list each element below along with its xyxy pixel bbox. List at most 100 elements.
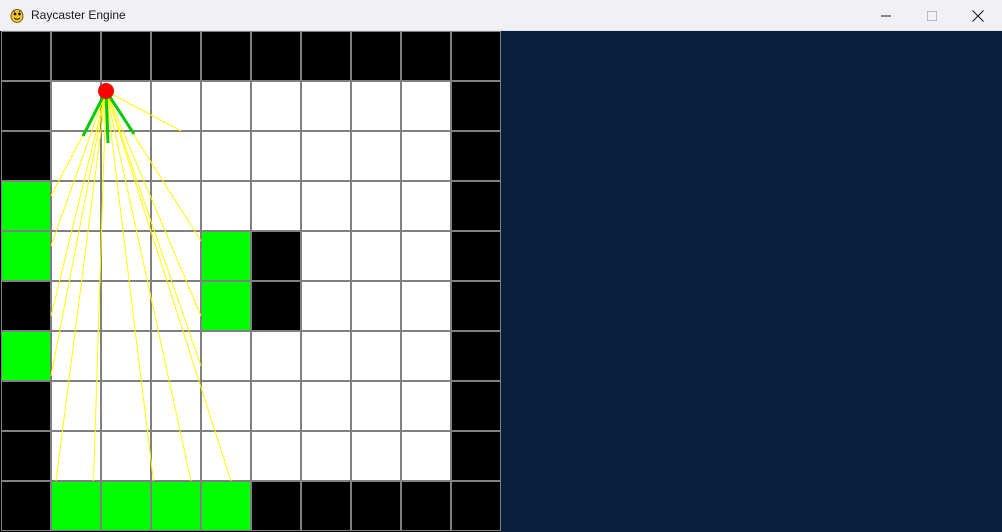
map-cell-wall (402, 482, 450, 530)
map-cell-wall (152, 32, 200, 80)
map-cell-floor (152, 332, 200, 380)
map-cell-wall (452, 432, 500, 480)
map-cell-wall (252, 232, 300, 280)
minimize-button[interactable] (863, 0, 909, 31)
map-cell-floor (102, 282, 150, 330)
maximize-icon (927, 10, 937, 21)
map-cell-floor (302, 432, 350, 480)
map-cell-wall (452, 332, 500, 380)
map-cell-wall (252, 482, 300, 530)
map-cell-floor (202, 332, 250, 380)
map-cell-floor (402, 82, 450, 130)
map-cell-floor (102, 332, 150, 380)
map-cell-wall (2, 132, 50, 180)
map-cell-floor (152, 182, 200, 230)
map-cell-floor (402, 432, 450, 480)
map-cell-floor (352, 132, 400, 180)
app-window: Raycaster Engine (0, 0, 1002, 532)
map-cell-floor (302, 332, 350, 380)
maximize-button[interactable] (909, 0, 955, 31)
map-cell-floor (252, 382, 300, 430)
map-cell-floor (302, 182, 350, 230)
minimize-icon (881, 11, 891, 21)
map-cell-wall (2, 482, 50, 530)
map-cell-floor (302, 282, 350, 330)
map-cell-wall (452, 482, 500, 530)
map-cell-floor (402, 282, 450, 330)
map-cell-wall (452, 132, 500, 180)
map-cell-floor (102, 432, 150, 480)
map-cell-floor (202, 432, 250, 480)
map-cell-floor (402, 132, 450, 180)
map-cell-wall (452, 382, 500, 430)
map-cell-floor (252, 82, 300, 130)
map-cell-wall-hit (2, 332, 50, 380)
map-cell-wall (352, 482, 400, 530)
map-cell-wall (2, 432, 50, 480)
top-down-map (1, 31, 501, 531)
map-cell-wall (252, 282, 300, 330)
map-cell-wall (352, 32, 400, 80)
map-cell-wall-hit (2, 232, 50, 280)
map-cell-floor (52, 82, 100, 130)
map-cell-floor (52, 332, 100, 380)
map-cell-floor (352, 382, 400, 430)
map-cell-wall-hit (2, 182, 50, 230)
map-cell-floor (152, 282, 200, 330)
map-cell-floor (52, 382, 100, 430)
map-cell-wall-hit (202, 232, 250, 280)
map-cell-wall (302, 32, 350, 80)
map-cell-wall-hit (102, 482, 150, 530)
pygame-snake-icon (9, 7, 25, 23)
map-cell-wall-hit (152, 482, 200, 530)
render-surface[interactable] (0, 31, 1002, 532)
map-cell-floor (402, 382, 450, 430)
window-title: Raycaster Engine (31, 8, 126, 22)
title-bar[interactable]: Raycaster Engine (0, 0, 1002, 31)
first-person-view (501, 31, 1002, 532)
map-cell-floor (202, 382, 250, 430)
map-cell-wall-hit (202, 282, 250, 330)
map-cell-floor (352, 232, 400, 280)
map-cell-floor (202, 132, 250, 180)
map-cell-floor (402, 332, 450, 380)
map-cell-floor (252, 182, 300, 230)
map-cell-floor (152, 382, 200, 430)
map-cell-wall (2, 32, 50, 80)
map-cell-floor (252, 132, 300, 180)
map-cell-floor (352, 282, 400, 330)
map-cell-wall (252, 32, 300, 80)
map-cell-floor (302, 82, 350, 130)
map-cell-wall (2, 282, 50, 330)
map-cell-wall (402, 32, 450, 80)
map-cell-floor (302, 132, 350, 180)
map-cell-wall (452, 182, 500, 230)
map-cell-floor (402, 182, 450, 230)
map-cell-wall (302, 482, 350, 530)
map-cell-floor (352, 182, 400, 230)
player-marker (98, 83, 114, 99)
map-cell-wall (202, 32, 250, 80)
map-cell-floor (152, 132, 200, 180)
map-cell-floor (152, 82, 200, 130)
map-cell-floor (52, 132, 100, 180)
map-cell-floor (252, 432, 300, 480)
map-cell-wall-hit (52, 482, 100, 530)
map-cell-floor (52, 232, 100, 280)
close-button[interactable] (955, 0, 1001, 31)
map-cell-floor (202, 82, 250, 130)
map-cell-floor (352, 82, 400, 130)
map-cell-wall (452, 282, 500, 330)
map-cell-floor (152, 432, 200, 480)
map-cell-wall (2, 82, 50, 130)
map-cell-floor (402, 232, 450, 280)
map-cell-floor (302, 232, 350, 280)
map-cell-wall (452, 232, 500, 280)
map-cell-floor (302, 382, 350, 430)
map-cell-wall (52, 32, 100, 80)
close-icon (972, 9, 984, 22)
map-cell-floor (202, 182, 250, 230)
map-cell-floor (352, 432, 400, 480)
map-cell-floor (352, 332, 400, 380)
map-cell-wall (2, 382, 50, 430)
